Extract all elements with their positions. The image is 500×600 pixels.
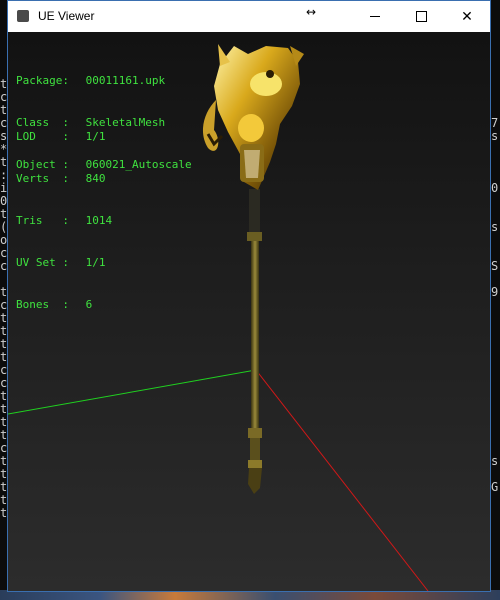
staff-model <box>202 44 304 494</box>
verts-label: Verts : <box>16 172 69 185</box>
minimize-icon <box>370 16 380 17</box>
uv-set-row: UV Set : 1/1 <box>16 256 112 270</box>
background-console-right-text: 7 s 0 s S 9 s G <box>491 116 499 494</box>
x-axis-line <box>255 369 429 591</box>
tris-value: 1014 <box>85 214 113 227</box>
bones-label: Bones : <box>16 298 69 311</box>
app-icon <box>17 10 29 22</box>
resize-cursor-icon: ↔ <box>306 5 317 19</box>
close-button[interactable]: ✕ <box>444 1 490 32</box>
maximize-icon <box>415 11 427 22</box>
close-icon: ✕ <box>461 8 473 25</box>
minimize-button[interactable] <box>352 1 398 32</box>
y-axis-line <box>8 369 257 415</box>
bones-value: 6 <box>85 298 93 311</box>
title-bar[interactable]: UE Viewer ↔ ✕ <box>8 1 490 32</box>
tris-row: Tris : 1014 <box>16 214 112 228</box>
package-value: 00011161.upk <box>85 74 166 87</box>
package-row: Package: 00011161.upk <box>16 74 192 88</box>
uv-set-value: 1/1 <box>85 256 106 269</box>
uv-set-label: UV Set : <box>16 256 69 269</box>
bones-row: Bones : 6 <box>16 298 112 312</box>
mesh-stats-panel: LOD : 1/1 Verts : 840 Tris : 1014 UV Set… <box>16 102 112 340</box>
package-label: Package: <box>16 74 69 87</box>
tris-label: Tris : <box>16 214 69 227</box>
verts-row: Verts : 840 <box>16 172 112 186</box>
lod-label: LOD : <box>16 130 69 143</box>
window-title: UE Viewer <box>38 9 95 23</box>
ue-viewer-window[interactable]: UE Viewer ↔ ✕ Package: 00011161.upk Clas… <box>7 0 491 592</box>
verts-value: 840 <box>85 172 106 185</box>
3d-viewport[interactable]: Package: 00011161.upk Class : SkeletalMe… <box>8 32 490 591</box>
maximize-button[interactable] <box>398 1 444 32</box>
lod-row: LOD : 1/1 <box>16 130 112 144</box>
lod-value: 1/1 <box>85 130 106 143</box>
